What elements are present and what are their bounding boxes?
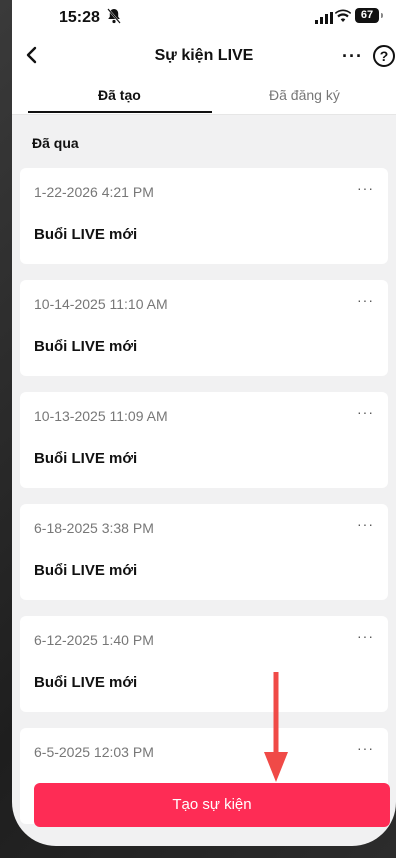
card-more-icon[interactable]: ···	[357, 180, 374, 196]
top-nav-bar: Sự kiện LIVE ··· ?	[12, 36, 396, 78]
event-card[interactable]: 1-22-2026 4:21 PM ··· Buổi LIVE mới	[20, 168, 388, 264]
event-name: Buổi LIVE mới	[34, 338, 138, 355]
card-more-icon[interactable]: ···	[357, 628, 374, 644]
event-card[interactable]: 6-12-2025 1:40 PM ··· Buổi LIVE mới	[20, 616, 388, 712]
bell-muted-icon	[107, 8, 121, 29]
event-name: Buổi LIVE mới	[34, 450, 138, 467]
tab-created[interactable]: Đã tạo	[98, 87, 141, 103]
battery-indicator: 67	[355, 8, 383, 23]
event-name: Buổi LIVE mới	[34, 674, 138, 691]
event-date: 6-18-2025 3:38 PM	[34, 520, 154, 536]
event-card[interactable]: 10-13-2025 11:09 AM ··· Buổi LIVE mới	[20, 392, 388, 488]
wifi-icon	[334, 9, 352, 28]
page-title: Sự kiện LIVE	[154, 47, 254, 64]
event-name: Buổi LIVE mới	[34, 562, 138, 579]
section-header-past: Đã qua	[32, 135, 79, 151]
tab-bar: Đã tạo Đã đăng ký	[12, 78, 396, 115]
event-date: 1-22-2026 4:21 PM	[34, 184, 154, 200]
event-date: 6-12-2025 1:40 PM	[34, 632, 154, 648]
tab-registered[interactable]: Đã đăng ký	[269, 87, 340, 103]
annotation-arrow-icon	[264, 669, 288, 789]
phone-screen: 15:28 67 Sự kiện LIVE ··· ? Đã tạo Đã đă…	[12, 0, 396, 846]
event-card[interactable]: 6-18-2025 3:38 PM ··· Buổi LIVE mới	[20, 504, 388, 600]
event-date: 6-5-2025 12:03 PM	[34, 744, 154, 760]
event-date: 10-14-2025 11:10 AM	[34, 296, 168, 312]
status-time: 15:28	[59, 9, 100, 26]
card-more-icon[interactable]: ···	[357, 292, 374, 308]
more-options-icon[interactable]: ···	[342, 46, 363, 67]
card-more-icon[interactable]: ···	[357, 740, 374, 756]
event-date: 10-13-2025 11:09 AM	[34, 408, 168, 424]
help-icon[interactable]: ?	[373, 45, 395, 67]
status-bar: 15:28 67	[12, 0, 396, 36]
signal-icon	[315, 11, 333, 29]
create-event-button[interactable]: Tạo sự kiện	[34, 783, 390, 827]
event-name: Buổi LIVE mới	[34, 226, 138, 243]
card-more-icon[interactable]: ···	[357, 404, 374, 420]
event-card[interactable]: 10-14-2025 11:10 AM ··· Buổi LIVE mới	[20, 280, 388, 376]
card-more-icon[interactable]: ···	[357, 516, 374, 532]
active-tab-indicator	[28, 111, 212, 113]
